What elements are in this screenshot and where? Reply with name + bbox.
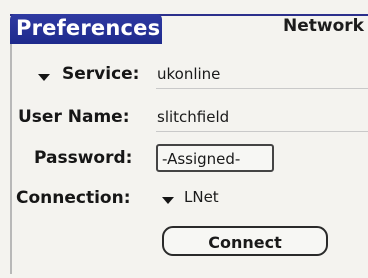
password-value: -Assigned- [162, 150, 241, 168]
connection-dropdown-arrow-icon[interactable] [162, 197, 174, 204]
password-label: Password: [34, 148, 133, 168]
password-selector[interactable]: -Assigned- [156, 144, 274, 172]
user-name-underline [156, 131, 368, 132]
network-preferences-screen: Preferences Network Service: ukonline Us… [0, 0, 368, 278]
connect-button-label: Connect [208, 233, 282, 252]
form-left-border [10, 44, 12, 274]
connection-value[interactable]: LNet [184, 188, 219, 206]
service-value[interactable]: ukonline [157, 65, 220, 83]
page-title: Preferences [16, 16, 161, 40]
user-name-label: User Name: [18, 107, 130, 127]
service-dropdown-arrow-icon[interactable] [38, 74, 50, 81]
user-name-field[interactable]: slitchfield [157, 108, 229, 126]
connection-label: Connection: [16, 188, 131, 208]
service-label[interactable]: Service: [62, 64, 139, 84]
category-picker[interactable]: Network [283, 16, 364, 36]
connect-button[interactable]: Connect [162, 226, 328, 256]
service-field-underline [156, 88, 368, 89]
